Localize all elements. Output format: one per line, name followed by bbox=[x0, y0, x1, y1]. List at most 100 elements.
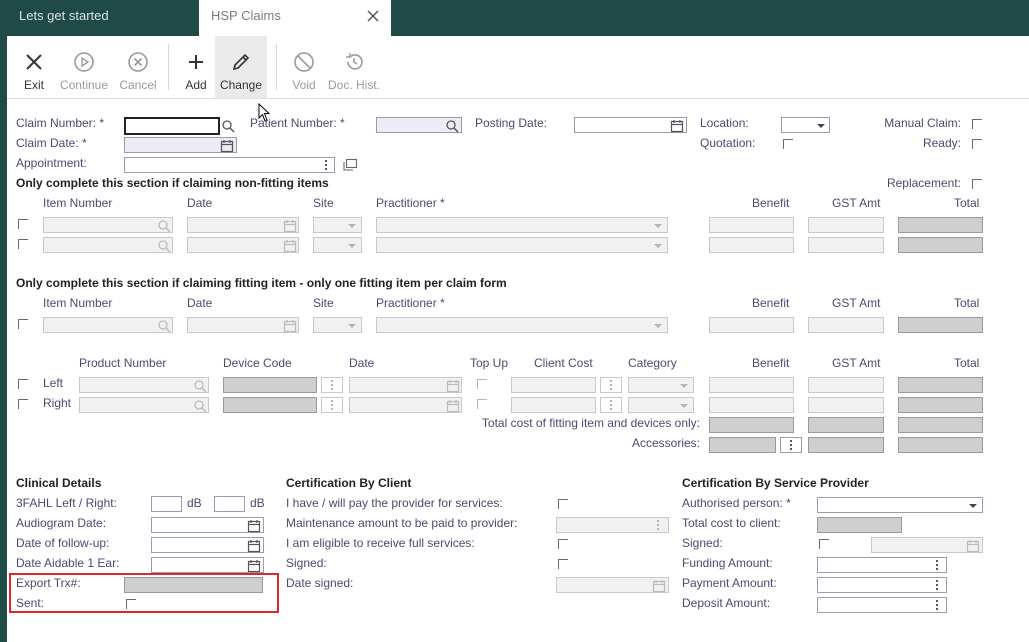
total-field bbox=[898, 217, 983, 233]
gst-amt-input[interactable] bbox=[808, 217, 884, 233]
kebab-icon[interactable] bbox=[936, 580, 939, 591]
void-button[interactable]: Void bbox=[286, 36, 322, 98]
authorised-person-select[interactable] bbox=[817, 497, 983, 513]
benefit-input[interactable] bbox=[709, 397, 794, 413]
column-header-item-number: Item Number bbox=[43, 196, 113, 210]
row-checkbox[interactable] bbox=[18, 219, 28, 229]
replacement-checkbox[interactable] bbox=[972, 179, 982, 189]
item-number-input[interactable] bbox=[43, 237, 173, 253]
client-cost-input[interactable] bbox=[511, 377, 596, 393]
gst-amt-input[interactable] bbox=[808, 377, 884, 393]
left-device-label: Left bbox=[43, 376, 64, 390]
item-number-input[interactable] bbox=[43, 317, 173, 333]
cancel-button[interactable]: Cancel bbox=[116, 36, 160, 98]
quotation-checkbox[interactable] bbox=[783, 139, 793, 149]
gst-amt-input[interactable] bbox=[808, 397, 884, 413]
right-device-checkbox[interactable] bbox=[18, 399, 28, 409]
tab-hsp-claims[interactable]: HSP Claims bbox=[199, 0, 391, 36]
gst-amt-input[interactable] bbox=[808, 237, 884, 253]
db-unit-label: dB bbox=[250, 496, 265, 510]
kebab-icon[interactable] bbox=[936, 600, 939, 611]
block-icon bbox=[294, 52, 314, 72]
benefit-input[interactable] bbox=[709, 217, 794, 233]
product-number-input[interactable] bbox=[79, 377, 209, 393]
plus-icon bbox=[189, 55, 203, 69]
pay-provider-checkbox[interactable] bbox=[558, 499, 568, 509]
left-device-checkbox[interactable] bbox=[18, 379, 28, 389]
manual-claim-checkbox[interactable] bbox=[972, 119, 982, 129]
maintenance-label: Maintenance amount to be paid to provide… bbox=[286, 516, 518, 530]
benefit-input[interactable] bbox=[709, 377, 794, 393]
ready-checkbox[interactable] bbox=[972, 139, 982, 149]
product-number-input[interactable] bbox=[79, 397, 209, 413]
column-header-site: Site bbox=[313, 296, 334, 310]
calendar-icon bbox=[283, 320, 297, 333]
toolbar-divider bbox=[168, 44, 169, 90]
benefit-input[interactable] bbox=[709, 317, 794, 333]
payment-amount-input[interactable] bbox=[817, 577, 947, 593]
chevron-down-icon bbox=[680, 404, 688, 408]
calendar-icon bbox=[446, 380, 460, 393]
continue-button[interactable]: Continue bbox=[56, 36, 112, 98]
kebab-icon bbox=[331, 400, 334, 411]
column-header-top-up: Top Up bbox=[470, 356, 509, 370]
kebab-icon[interactable] bbox=[325, 160, 328, 171]
client-cost-input[interactable] bbox=[511, 397, 596, 413]
client-signed-label: Signed: bbox=[286, 556, 327, 570]
calendar-icon[interactable] bbox=[247, 539, 261, 553]
top-up-checkbox[interactable] bbox=[477, 399, 487, 409]
row-checkbox[interactable] bbox=[18, 239, 28, 249]
appointment-input[interactable] bbox=[124, 157, 335, 173]
search-icon[interactable] bbox=[445, 119, 459, 133]
pencil-icon bbox=[232, 53, 250, 71]
client-signed-checkbox[interactable] bbox=[558, 559, 568, 569]
calendar-icon[interactable] bbox=[670, 119, 684, 133]
aidable-date-label: Date Aidable 1 Ear: bbox=[16, 556, 120, 570]
search-icon[interactable] bbox=[221, 119, 235, 133]
followup-date-label: Date of follow-up: bbox=[16, 536, 110, 550]
total-field bbox=[898, 317, 983, 333]
maintenance-input[interactable] bbox=[556, 517, 669, 533]
add-button[interactable]: Add bbox=[178, 36, 214, 98]
row-checkbox[interactable] bbox=[18, 319, 28, 329]
cert-client-title: Certification By Client bbox=[286, 476, 412, 490]
chevron-down-icon bbox=[969, 504, 977, 508]
search-icon bbox=[158, 220, 171, 233]
calendar-icon[interactable] bbox=[220, 139, 234, 153]
exit-button[interactable]: Exit bbox=[14, 36, 54, 98]
top-up-checkbox[interactable] bbox=[477, 379, 487, 389]
audiogram-date-label: Audiogram Date: bbox=[16, 516, 107, 530]
tab-lets-get-started[interactable]: Lets get started bbox=[7, 0, 197, 36]
funding-amount-input[interactable] bbox=[817, 557, 947, 573]
calendar-icon[interactable] bbox=[247, 519, 261, 533]
deposit-amount-input[interactable] bbox=[817, 597, 947, 613]
accessories-gst bbox=[808, 437, 884, 453]
gst-amt-input[interactable] bbox=[808, 317, 884, 333]
close-icon[interactable] bbox=[365, 8, 381, 24]
change-button[interactable]: Change bbox=[215, 36, 267, 98]
fahl-left-input[interactable] bbox=[151, 496, 182, 512]
non-fitting-section-title: Only complete this section if claiming n… bbox=[16, 176, 329, 190]
quotation-label: Quotation: bbox=[700, 136, 756, 150]
accessories-field bbox=[709, 437, 776, 453]
practitioner-select[interactable] bbox=[376, 237, 668, 253]
kebab-icon[interactable] bbox=[936, 560, 939, 571]
practitioner-select[interactable] bbox=[376, 217, 668, 233]
item-number-input[interactable] bbox=[43, 217, 173, 233]
provider-signed-checkbox[interactable] bbox=[819, 539, 829, 549]
calendar-icon[interactable] bbox=[247, 559, 261, 573]
benefit-input[interactable] bbox=[709, 237, 794, 253]
column-header-date: Date bbox=[349, 356, 375, 370]
column-header-category: Category bbox=[628, 356, 677, 370]
column-header-total: Total bbox=[954, 196, 980, 210]
column-header-total: Total bbox=[954, 296, 980, 310]
doc-hist-button[interactable]: Doc. Hist. bbox=[325, 36, 383, 98]
device-code-field bbox=[223, 397, 317, 413]
copy-icon[interactable] bbox=[342, 158, 358, 172]
claim-number-input[interactable] bbox=[124, 117, 220, 135]
fahl-right-input[interactable] bbox=[214, 496, 245, 512]
column-header-gst-amt: GST Amt bbox=[832, 196, 881, 210]
eligible-checkbox[interactable] bbox=[558, 539, 568, 549]
practitioner-select[interactable] bbox=[376, 317, 668, 333]
close-icon bbox=[26, 54, 42, 70]
